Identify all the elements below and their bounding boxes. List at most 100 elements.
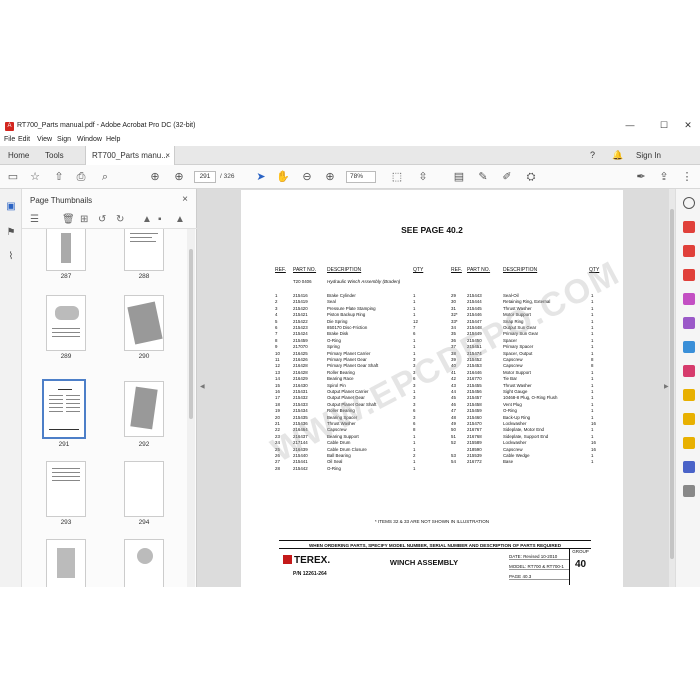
fill-and-sign-icon[interactable] — [683, 365, 695, 377]
menu-sign[interactable]: Sign — [57, 136, 71, 143]
menu-view[interactable]: View — [37, 136, 52, 143]
notifications-icon[interactable]: 🔔 — [612, 146, 623, 165]
edit-pdf-icon[interactable] — [683, 293, 695, 305]
close-window-button[interactable]: ✕ — [678, 120, 698, 131]
maximize-button[interactable]: ☐ — [654, 120, 674, 131]
thumbnail-page-294[interactable] — [124, 461, 164, 517]
part-description: Die Spring — [327, 318, 348, 324]
export-pdf-icon[interactable] — [683, 221, 695, 233]
next-page-icon[interactable]: ⊕ — [172, 170, 186, 184]
part-description: Output Sun Gear — [503, 325, 537, 330]
scrolling-mode-icon[interactable]: ⇳ — [416, 170, 430, 184]
part-row: 49 215470 Lockwasher 16 — [451, 421, 601, 427]
protect-icon[interactable] — [683, 461, 695, 473]
comment-tool-icon[interactable] — [683, 389, 695, 401]
zoom-level-select[interactable]: 78% — [346, 171, 376, 183]
organize-pages-icon[interactable] — [683, 341, 695, 353]
tab-close-icon[interactable]: × — [165, 146, 170, 165]
previous-page-icon[interactable]: ⊕ — [148, 170, 162, 184]
rotate-left-icon[interactable]: ↺ — [98, 214, 106, 225]
minimize-button[interactable]: — — [620, 120, 640, 130]
part-description: Primary Planet Gear — [327, 357, 367, 362]
part-description: Snap Ring — [503, 318, 524, 324]
part-description: Piston Backup Ring — [327, 312, 366, 318]
zoom-out-icon[interactable]: ⊖ — [300, 170, 314, 184]
thumbnail-page-292[interactable] — [124, 381, 164, 437]
bookmarks-icon[interactable]: ⚑ — [5, 227, 17, 239]
highlight-pen-icon[interactable]: ✎ — [476, 170, 490, 184]
menu-file[interactable]: File — [4, 136, 15, 143]
hand-tool-icon[interactable]: ✋ — [276, 170, 290, 184]
combine-files-icon[interactable] — [683, 269, 695, 281]
options-menu-icon[interactable]: ☰ — [30, 214, 39, 225]
page-number-input[interactable]: 291 — [194, 171, 216, 183]
part-description: Vent Plug — [503, 401, 522, 407]
insert-page-icon[interactable]: ⊞ — [80, 214, 88, 225]
upload-icon[interactable]: ⇧ — [52, 170, 66, 184]
attachments-icon[interactable]: ⌇ — [5, 251, 17, 263]
part-number-cell: 215455 — [467, 382, 482, 388]
thumbnail-page-287[interactable] — [46, 229, 86, 271]
rotate-right-icon[interactable]: ↻ — [116, 214, 124, 225]
comment-icon[interactable]: ▤ — [452, 170, 466, 184]
sign-in-button[interactable]: Sign In — [636, 146, 661, 165]
part-description: 850170 Disc-Friction — [327, 325, 368, 330]
request-signature-icon[interactable] — [683, 317, 695, 329]
part-number-cell: 215450 — [467, 337, 482, 343]
draw-icon[interactable]: ✐ — [500, 170, 514, 184]
thumbnail-page-289[interactable] — [46, 295, 86, 351]
part-row: 34 215448 Output Sun Gear 1 — [451, 325, 601, 331]
search-tools-icon[interactable] — [683, 197, 695, 209]
send-for-comments-icon[interactable] — [683, 413, 695, 425]
tab-home[interactable]: Home — [8, 146, 29, 165]
part-description: Tie Bar — [503, 376, 517, 382]
create-pdf-icon[interactable] — [683, 245, 695, 257]
thumbnail-page-288[interactable] — [124, 229, 164, 271]
thumbnail-page-293[interactable] — [46, 461, 86, 517]
part-description: Primary Planet Gear Shaft — [327, 363, 379, 369]
thumbnail-page-291[interactable] — [42, 379, 86, 439]
bookmark-star-icon[interactable]: ☆ — [28, 170, 42, 184]
thumbnail-page-290[interactable] — [124, 295, 164, 351]
help-icon[interactable]: ? — [590, 146, 595, 165]
more-options-icon[interactable]: ⋮ — [680, 170, 694, 184]
scan-ocr-icon[interactable] — [683, 437, 695, 449]
thumbnail-scrollbar[interactable] — [187, 229, 195, 587]
create-icon[interactable]: ▭ — [6, 170, 20, 184]
collapse-right-panel-icon[interactable]: ▶ — [664, 383, 669, 390]
thumbnail-larger-icon[interactable]: ▲ — [175, 214, 185, 225]
close-panel-icon[interactable]: × — [182, 194, 188, 205]
thumbnail-smaller-icon[interactable]: ▲ — [142, 214, 152, 225]
menu-window[interactable]: Window — [77, 136, 102, 143]
print-icon[interactable]: ⎙ — [74, 170, 88, 184]
more-tools-icon[interactable] — [683, 485, 695, 497]
part-row: 30 215444 Retaining Ring, External 1 — [451, 299, 601, 305]
part-row: 3 215420 Pressure Plate Stamping 1 — [275, 306, 425, 312]
page-thumbnails-icon[interactable]: ▣ — [5, 201, 17, 213]
select-cursor-icon[interactable]: ➤ — [254, 170, 268, 184]
zoom-in-icon[interactable]: ⊕ — [323, 170, 337, 184]
tab-document[interactable]: RT700_Parts manu... × — [85, 146, 175, 165]
marquee-zoom-icon[interactable]: ⬚ — [390, 170, 404, 184]
collapse-left-panel-icon[interactable]: ◀ — [200, 383, 205, 390]
share-link-icon[interactable]: ⇪ — [657, 170, 671, 184]
search-icon[interactable]: ⌕ — [98, 170, 112, 184]
part-number-cell: 215474 — [467, 350, 482, 356]
stamp-icon[interactable]: ⛭ — [524, 170, 538, 184]
fill-sign-icon[interactable]: ✒ — [634, 170, 648, 184]
thumbnail-page-295[interactable] — [46, 539, 86, 587]
menu-help[interactable]: Help — [106, 136, 120, 143]
part-ref: 32* — [451, 312, 458, 318]
model-field: MODEL: RT700 & RT700-1 — [509, 564, 569, 570]
thumbnail-page-296[interactable] — [124, 539, 164, 587]
tab-tools[interactable]: Tools — [45, 146, 64, 165]
header-ref-right: REF. — [451, 267, 462, 273]
part-qty: 3 — [413, 357, 416, 362]
part-number-cell: 215442 — [293, 465, 308, 471]
delete-page-icon[interactable]: 🗑 — [62, 214, 75, 225]
menu-bar: File Edit View Sign Window Help — [0, 134, 700, 146]
part-row: 41 216446 Motor Support 1 — [451, 370, 601, 376]
thumbnail-size-slider[interactable]: ▪ — [158, 214, 162, 225]
part-description: Thrust Washer — [327, 421, 356, 426]
menu-edit[interactable]: Edit — [18, 136, 30, 143]
